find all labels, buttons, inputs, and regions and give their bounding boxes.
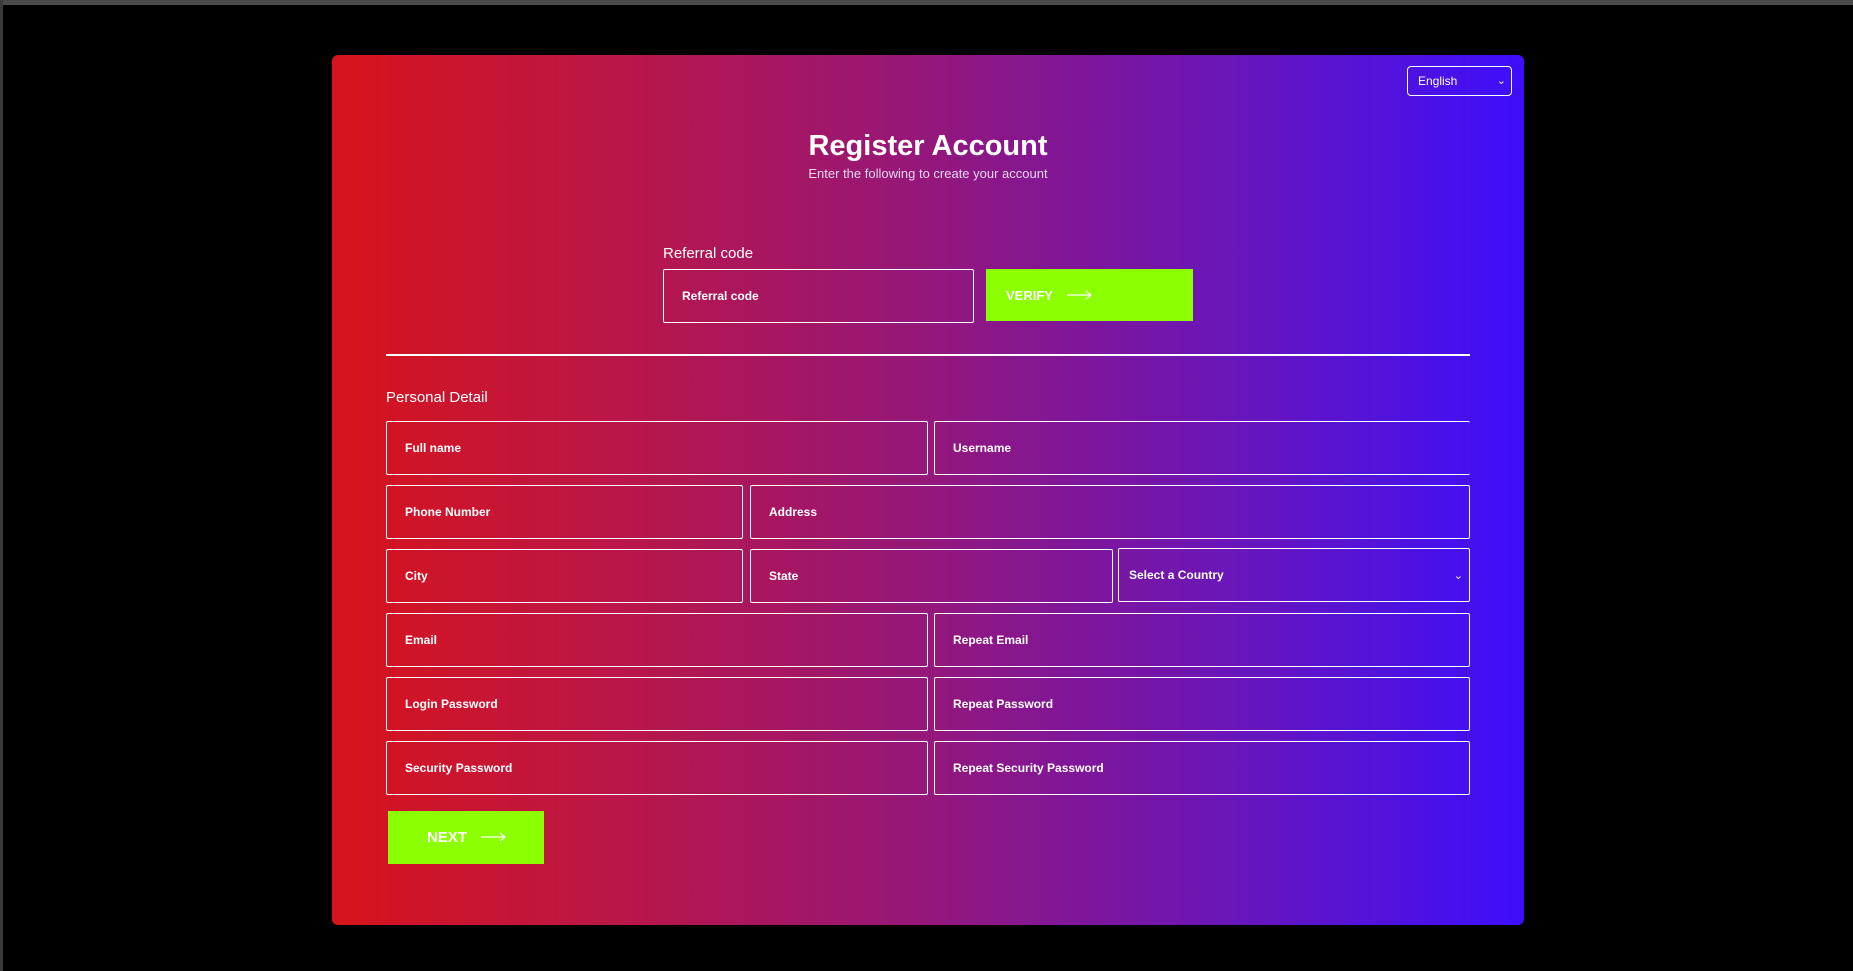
email-placeholder: Email bbox=[405, 633, 438, 647]
full-name-placeholder: Full name bbox=[405, 441, 462, 455]
address-placeholder: Address bbox=[769, 505, 818, 519]
email-input[interactable]: Email bbox=[386, 613, 928, 667]
language-select[interactable]: English ⌄ bbox=[1407, 66, 1512, 96]
long-right-arrow-icon bbox=[481, 829, 507, 846]
full-name-input[interactable]: Full name bbox=[386, 421, 928, 475]
language-select-value: English bbox=[1418, 74, 1458, 88]
address-input[interactable]: Address bbox=[750, 485, 1470, 539]
page-title: Register Account bbox=[808, 130, 1048, 162]
repeat-security-password-placeholder: Repeat Security Password bbox=[953, 761, 1104, 775]
referral-code-input[interactable]: Referral code bbox=[663, 269, 974, 323]
next-button-label: NEXT bbox=[427, 829, 468, 846]
city-placeholder: City bbox=[405, 569, 428, 583]
section-divider bbox=[386, 354, 1470, 356]
city-input[interactable]: City bbox=[386, 549, 743, 603]
referral-label: Referral code bbox=[663, 245, 754, 262]
repeat-email-placeholder: Repeat Email bbox=[953, 633, 1029, 647]
security-password-input[interactable]: Security Password bbox=[386, 741, 928, 795]
state-placeholder: State bbox=[769, 569, 799, 583]
verify-button-label: VERIFY bbox=[1006, 287, 1053, 303]
personal-detail-label: Personal Detail bbox=[386, 389, 488, 406]
repeat-security-password-input[interactable]: Repeat Security Password bbox=[934, 741, 1470, 795]
register-card: English ⌄ Register Account Enter the fol… bbox=[332, 55, 1524, 925]
login-password-input[interactable]: Login Password bbox=[386, 677, 928, 731]
phone-number-input[interactable]: Phone Number bbox=[386, 485, 743, 539]
username-input[interactable]: Username bbox=[934, 421, 1470, 475]
chevron-down-icon: ⌄ bbox=[1453, 569, 1463, 582]
window-top-bar bbox=[0, 0, 1853, 5]
window-left-edge bbox=[0, 0, 3, 971]
verify-button[interactable]: VERIFY bbox=[986, 269, 1193, 321]
repeat-password-placeholder: Repeat Password bbox=[953, 697, 1054, 711]
repeat-email-input[interactable]: Repeat Email bbox=[934, 613, 1470, 667]
repeat-password-input[interactable]: Repeat Password bbox=[934, 677, 1470, 731]
next-button[interactable]: NEXT bbox=[388, 811, 544, 864]
referral-code-placeholder: Referral code bbox=[682, 289, 759, 303]
state-input[interactable]: State bbox=[750, 549, 1113, 603]
country-select-value: Select a Country bbox=[1129, 568, 1224, 582]
page-subtitle: Enter the following to create your accou… bbox=[808, 166, 1048, 181]
chevron-down-icon: ⌄ bbox=[1496, 75, 1506, 87]
long-right-arrow-icon bbox=[1066, 288, 1093, 303]
security-password-placeholder: Security Password bbox=[405, 761, 513, 775]
username-placeholder: Username bbox=[953, 441, 1012, 455]
login-password-placeholder: Login Password bbox=[405, 697, 498, 711]
country-select[interactable]: Select a Country ⌄ bbox=[1118, 548, 1470, 602]
phone-number-placeholder: Phone Number bbox=[405, 505, 491, 519]
